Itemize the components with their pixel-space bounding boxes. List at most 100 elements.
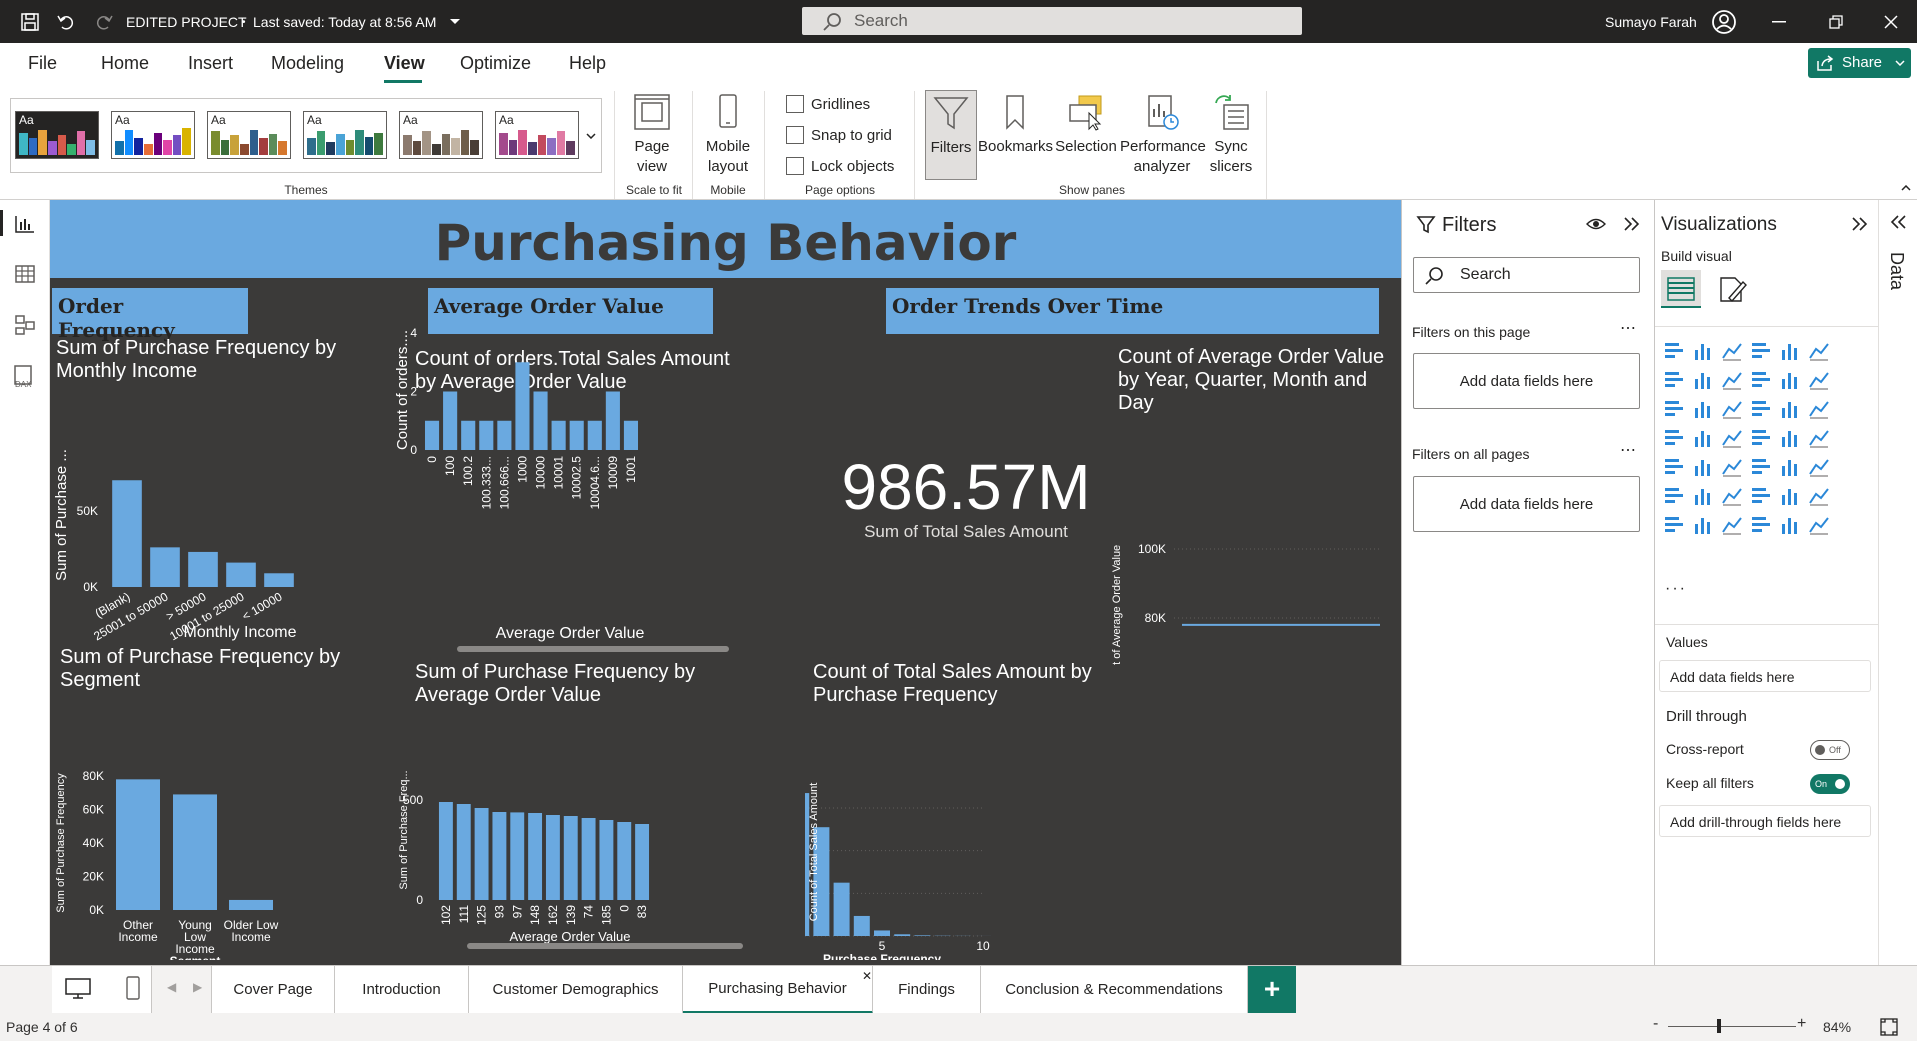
waterfall-icon[interactable] [1692,398,1714,420]
power-automate-icon[interactable] [1721,514,1743,536]
scroll-right-icon[interactable]: ▶ [193,980,202,994]
clustered-bar-icon[interactable] [1721,340,1743,362]
gauge-icon[interactable] [1779,427,1801,449]
aov-frequency-bar-chart[interactable]: 0500102 111 125 93 97 148 162 139 74 185 0 83Sum of… [395,700,725,940]
line-clustered-icon[interactable] [1808,369,1830,391]
paginated-icon[interactable] [1663,514,1685,536]
goals-icon[interactable] [1808,485,1830,507]
all-pages-filter-drop-zone[interactable]: Add data fields here [1413,476,1640,532]
filled-map-icon[interactable] [1721,427,1743,449]
tab-view[interactable]: View [384,53,425,74]
scatter-icon[interactable] [1750,398,1772,420]
page-tab-customer-demographics[interactable]: Customer Demographics [469,966,683,1014]
narrative-icon[interactable] [1779,485,1801,507]
tab-help[interactable]: Help [569,53,606,74]
values-drop-zone[interactable]: Add data fields here [1659,660,1871,692]
expand-pane-icon[interactable] [1889,214,1907,230]
project-name[interactable]: EDITED PROJECT [126,14,247,30]
tab-home[interactable]: Home [101,53,149,74]
format-visual-icon[interactable] [1717,274,1747,304]
key-influencers-icon[interactable] [1692,485,1714,507]
minimize-icon[interactable] [1772,21,1786,23]
drill-through-drop-zone[interactable]: Add drill-through fields here [1659,805,1871,837]
zoom-in-button[interactable]: + [1797,1015,1806,1033]
page-view-button[interactable]: Page view [626,93,678,177]
restore-icon[interactable] [1829,15,1843,29]
stacked-area-icon[interactable] [1721,369,1743,391]
theme-1[interactable]: Aa [15,111,99,159]
build-visual-tab[interactable] [1661,270,1701,308]
filters-search-input[interactable]: Search [1413,257,1640,293]
decomposition-icon[interactable] [1721,485,1743,507]
tab-file[interactable]: File [28,53,57,74]
selection-pane-button[interactable]: Selection [1054,93,1118,157]
multirow-card-icon[interactable] [1663,456,1685,478]
page-tab-findings[interactable]: Findings [873,966,981,1014]
more-options-icon[interactable]: ⋯ [1620,440,1636,460]
data-pane-collapsed[interactable]: Data [1878,200,1917,965]
tab-optimize[interactable]: Optimize [460,53,531,74]
page-filter-drop-zone[interactable]: Add data fields here [1413,353,1640,409]
horizontal-scrollbar[interactable] [457,646,729,652]
line-column-icon[interactable] [1779,369,1801,391]
trend-line-chart[interactable]: 60K80K100K2017201820192020YearCount of A… [1110,335,1400,665]
arcgis-icon[interactable] [1750,514,1772,536]
snap-checkbox[interactable]: Snap to grid [786,126,892,144]
sync-slicers-button[interactable]: Sync slicers [1206,93,1256,177]
100-bar-icon[interactable] [1779,340,1801,362]
card-icon[interactable] [1808,427,1830,449]
model-view-icon[interactable] [14,314,36,336]
close-tab-icon[interactable]: ✕ [862,969,872,983]
eye-icon[interactable] [1586,217,1606,231]
donut-icon[interactable] [1808,398,1830,420]
close-icon[interactable] [1884,15,1898,29]
tab-insert[interactable]: Insert [188,53,233,74]
more-visual-icon[interactable] [1808,514,1830,536]
page-tab-cover[interactable]: Cover Page [211,966,335,1014]
filters-pane-button[interactable]: Filters [925,90,977,180]
redo-icon[interactable] [94,12,114,32]
chevron-down-icon[interactable] [449,18,461,26]
purchase-frequency-bar-chart[interactable]: 0K10K20K30K0510Purchase FrequencyCount o… [805,700,1195,960]
fit-to-page-icon[interactable] [1880,1018,1898,1036]
horizontal-scrollbar[interactable] [467,943,743,949]
page-tab-introduction[interactable]: Introduction [335,966,469,1014]
add-page-button[interactable]: + [1248,966,1296,1014]
clustered-column-icon[interactable] [1750,340,1772,362]
line-icon[interactable] [1663,369,1685,391]
treemap-icon[interactable] [1663,427,1685,449]
azure-map-icon[interactable] [1750,427,1772,449]
theme-2[interactable]: Aa [111,111,195,159]
slicer-icon[interactable] [1721,456,1743,478]
last-saved[interactable]: Last saved: Today at 8:56 AM [253,14,436,30]
table-view-icon[interactable] [14,264,36,284]
powerbi-visual-icon[interactable] [1779,514,1801,536]
report-canvas[interactable]: Purchasing Behavior Order Frequency Aver… [50,200,1401,970]
r-visual-icon[interactable] [1808,456,1830,478]
funnel-icon[interactable] [1721,398,1743,420]
share-button[interactable]: Share [1808,48,1911,78]
table-icon[interactable] [1750,456,1772,478]
more-options-icon[interactable]: ⋯ [1620,318,1636,338]
scroll-left-icon[interactable]: ◀ [167,980,176,994]
bookmarks-pane-button[interactable]: Bookmarks [978,93,1053,157]
map-icon[interactable] [1692,427,1714,449]
page-tab-conclusion[interactable]: Conclusion & Recommendations [981,966,1248,1014]
lock-checkbox[interactable]: Lock objects [786,157,894,175]
income-bar-chart[interactable]: 0K50K(Blank)25001 to 50000> 5000010001 t… [50,335,370,665]
power-apps-icon[interactable] [1692,514,1714,536]
zoom-slider-track[interactable] [1668,1026,1796,1027]
save-icon[interactable] [20,12,40,32]
segment-bar-chart[interactable]: 0K20K40K60K80KOtherIncomeYoungLowIncomeO… [50,670,380,960]
zoom-out-button[interactable]: - [1653,1015,1658,1033]
ribbon-icon[interactable] [1663,398,1685,420]
stacked-column-icon[interactable] [1692,340,1714,362]
desktop-view-icon[interactable] [65,978,91,1000]
cross-report-toggle[interactable]: Off [1810,740,1850,760]
matrix-icon[interactable] [1779,456,1801,478]
theme-4[interactable]: Aa [303,111,387,159]
more-visuals-icon[interactable]: ··· [1665,580,1687,598]
area-icon[interactable] [1692,369,1714,391]
theme-6[interactable]: Aa [495,111,579,159]
mobile-layout-button[interactable]: Mobile layout [700,93,756,177]
